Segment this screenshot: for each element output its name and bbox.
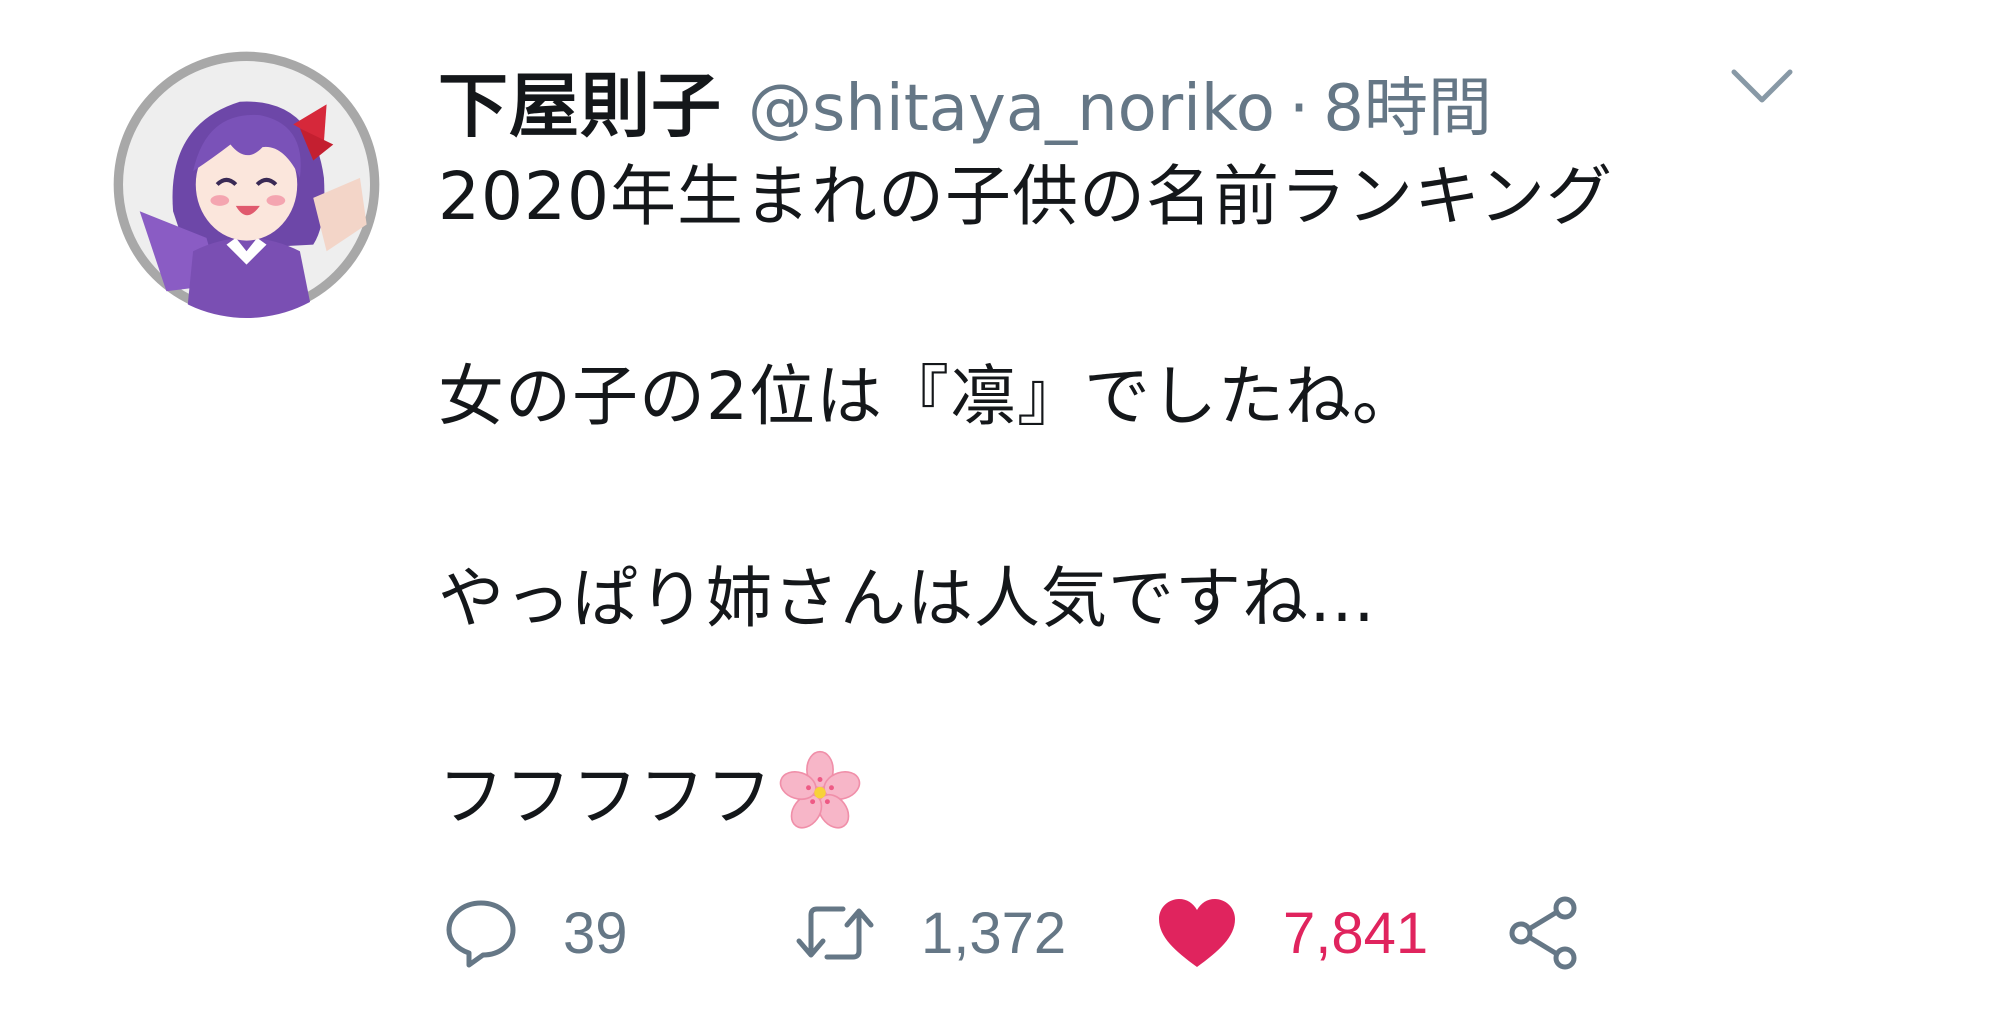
reply-bubble-icon xyxy=(446,900,516,968)
retweet-count: 1,372 xyxy=(921,900,1067,966)
tweet-text-line-3: やっぱり姉さんは人気ですね… xyxy=(438,560,1376,637)
timestamp[interactable]: 8時間 xyxy=(1323,57,1492,149)
tweet-header: 下屋則子 @shitaya_noriko · 8時間 xyxy=(438,50,1492,147)
cherry-blossom-icon xyxy=(779,750,861,832)
retweet-icon xyxy=(796,906,874,960)
tweet-actions: 39 1,372 7,841 xyxy=(0,888,2000,978)
like-button[interactable]: 7,841 xyxy=(1155,888,1428,978)
tweet-text-laugh: フフフフフ xyxy=(438,758,773,835)
reply-button[interactable]: 39 xyxy=(443,888,628,978)
share-icon xyxy=(1509,896,1577,970)
chevron-down-icon[interactable] xyxy=(1728,62,1796,110)
display-name[interactable]: 下屋則子 xyxy=(438,50,722,151)
user-handle[interactable]: @shitaya_noriko xyxy=(748,72,1275,146)
heart-icon xyxy=(1159,899,1235,967)
retweet-button[interactable]: 1,372 xyxy=(793,888,1066,978)
tweet-text-line-1: 2020年生まれの子供の名前ランキング xyxy=(438,158,1613,235)
separator: · xyxy=(1288,72,1310,146)
avatar[interactable] xyxy=(113,51,380,318)
tweet-text-line-2: 女の子の2位は『凛』でしたね。 xyxy=(438,358,1419,435)
avatar-image xyxy=(113,51,380,318)
like-count: 7,841 xyxy=(1283,900,1429,966)
tweet-text-line-4: フフフフフ xyxy=(438,743,861,839)
share-button[interactable] xyxy=(1505,888,1585,978)
reply-count: 39 xyxy=(563,900,628,966)
tweet-card: 下屋則子 @shitaya_noriko · 8時間 2020年生まれの子供の名… xyxy=(0,0,2000,1020)
